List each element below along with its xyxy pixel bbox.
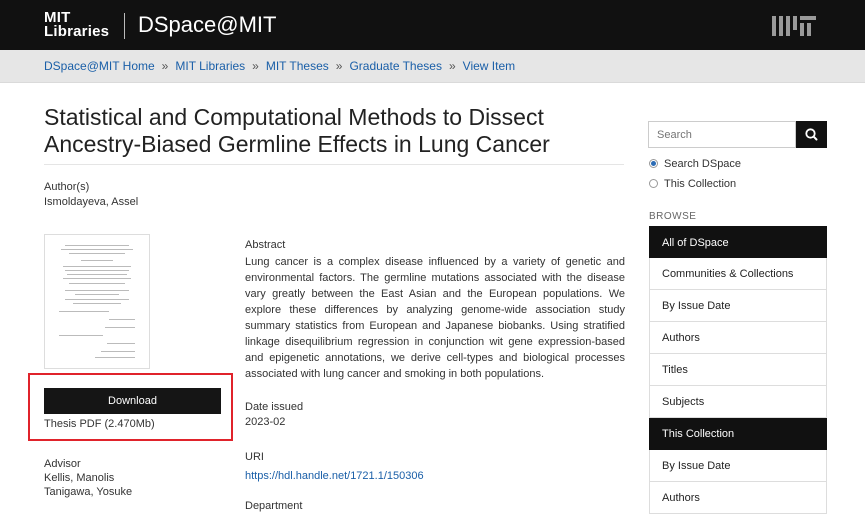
- abstract-label: Abstract: [245, 239, 286, 251]
- mit-libraries-logo[interactable]: MIT Libraries: [44, 10, 110, 40]
- radio-selected-icon[interactable]: [649, 159, 658, 168]
- breadcrumb-home[interactable]: DSpace@MIT Home: [44, 59, 155, 73]
- file-info: Thesis PDF (2.470Mb): [44, 418, 155, 430]
- breadcrumb-separator: »: [252, 59, 259, 73]
- scope-search-dspace[interactable]: Search DSpace: [649, 158, 741, 170]
- thesis-thumbnail[interactable]: [44, 234, 150, 369]
- logo-line-2: Libraries: [44, 23, 110, 40]
- search-input[interactable]: [648, 121, 796, 148]
- browse-subjects[interactable]: Subjects: [649, 386, 827, 418]
- browse-authors[interactable]: Authors: [649, 322, 827, 354]
- department-label: Department: [245, 500, 303, 512]
- breadcrumb-graduate-theses[interactable]: Graduate Theses: [349, 59, 442, 73]
- date-section: Date issued 2023-02: [245, 401, 303, 431]
- browse-collection-heading: This Collection: [649, 418, 827, 450]
- logo-divider: [124, 13, 125, 39]
- advisor-name: Kellis, Manolis: [44, 472, 115, 484]
- authors-label: Author(s): [44, 181, 90, 193]
- advisor-label: Advisor: [44, 458, 81, 470]
- author-name: Ismoldayeva, Assel: [44, 196, 139, 208]
- breadcrumb-separator: »: [448, 59, 456, 73]
- uri-label: URI: [245, 451, 264, 463]
- abstract-text: Lung cancer is a complex disease influen…: [245, 256, 625, 380]
- collection-by-issue-date[interactable]: By Issue Date: [649, 450, 827, 482]
- breadcrumb-separator: »: [161, 59, 169, 73]
- advisor-section: Advisor Kellis, Manolis Tanigawa, Yosuke: [44, 458, 132, 500]
- advisor-name: Tanigawa, Yosuke: [44, 486, 133, 498]
- mit-logo-mark-icon[interactable]: [772, 16, 816, 36]
- uri-link[interactable]: https://hdl.handle.net/1721.1/150306: [245, 470, 424, 482]
- site-title[interactable]: DSpace@MIT: [138, 12, 276, 38]
- browse-all-heading: All of DSpace: [649, 226, 827, 258]
- browse-list: All of DSpace Communities & Collections …: [649, 226, 827, 514]
- download-button[interactable]: Download: [44, 388, 221, 414]
- browse-heading: BROWSE: [649, 211, 697, 222]
- scope-label: This Collection: [664, 178, 737, 190]
- breadcrumb: DSpace@MIT Home » MIT Libraries » MIT Theses…: [44, 59, 515, 73]
- search-button[interactable]: [796, 121, 827, 148]
- breadcrumb-mit-theses[interactable]: MIT Theses: [266, 59, 329, 73]
- scope-label: Search DSpace: [664, 158, 742, 170]
- radio-unselected-icon[interactable]: [649, 179, 658, 188]
- page-title: Statistical and Computational Methods to…: [44, 104, 624, 165]
- site-header: MIT Libraries DSpace@MIT: [0, 0, 865, 50]
- uri-section: URI https://hdl.handle.net/1721.1/150306: [245, 451, 424, 484]
- breadcrumb-view-item[interactable]: View Item: [463, 59, 515, 73]
- browse-by-issue-date[interactable]: By Issue Date: [649, 290, 827, 322]
- breadcrumb-bar: DSpace@MIT Home » MIT Libraries » MIT Theses…: [0, 50, 865, 83]
- collection-authors[interactable]: Authors: [649, 482, 827, 514]
- search-icon: [805, 128, 818, 141]
- breadcrumb-separator: »: [335, 59, 343, 73]
- browse-titles[interactable]: Titles: [649, 354, 827, 386]
- date-label: Date issued: [245, 401, 304, 413]
- browse-communities-collections[interactable]: Communities & Collections: [649, 258, 827, 290]
- breadcrumb-mit-libraries[interactable]: MIT Libraries: [175, 59, 245, 73]
- scope-this-collection[interactable]: This Collection: [649, 178, 736, 190]
- date-value: 2023-02: [245, 416, 286, 428]
- authors-section: Author(s) Ismoldayeva, Assel: [44, 181, 138, 211]
